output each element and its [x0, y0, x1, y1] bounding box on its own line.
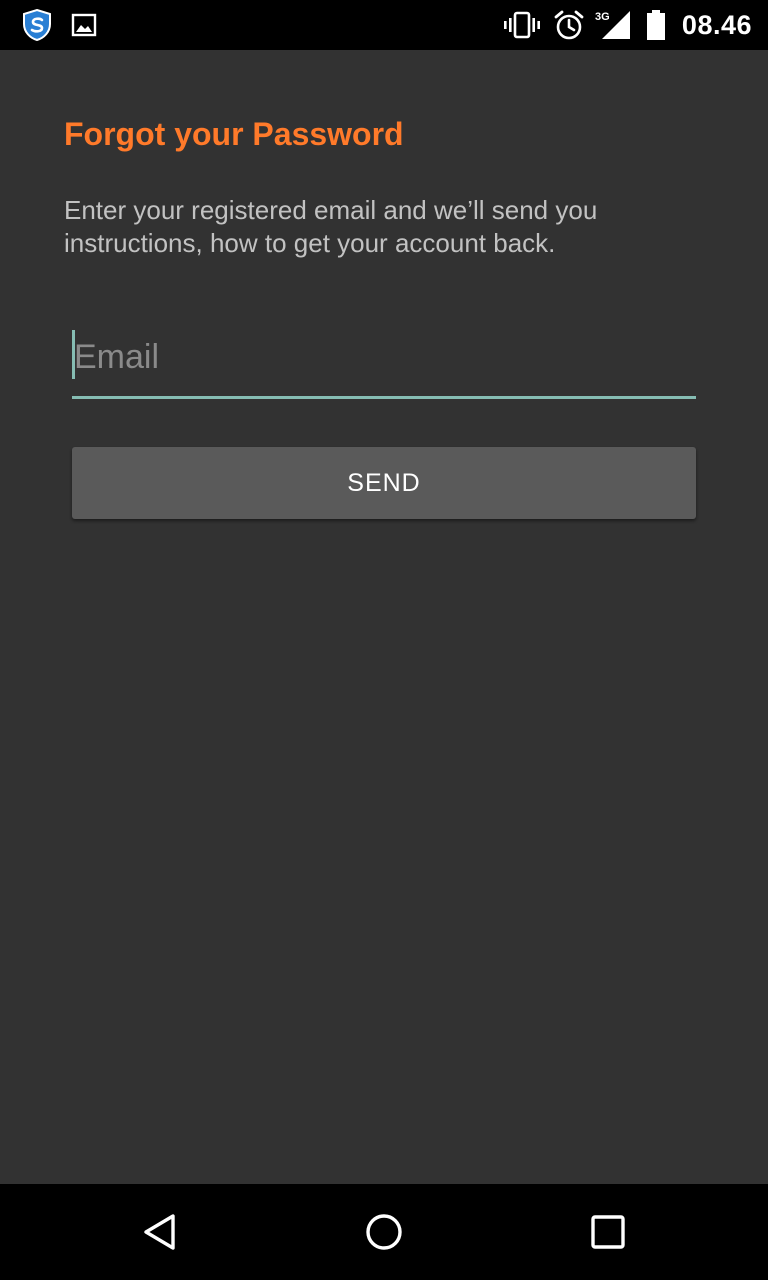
forgot-password-screen: 3G 08.46 Forgot your Password Enter your…	[0, 0, 768, 1280]
vibrate-icon	[503, 0, 541, 50]
status-time: 08.46	[681, 10, 752, 40]
recents-icon[interactable]	[560, 1184, 656, 1280]
alarm-icon	[552, 0, 586, 50]
email-input[interactable]	[72, 324, 698, 390]
text-cursor	[72, 330, 75, 379]
battery-icon	[644, 0, 668, 50]
navigation-bar	[0, 1184, 768, 1280]
status-bar: 3G 08.46	[0, 0, 768, 50]
instructions-text: Enter your registered email and we’ll se…	[64, 195, 598, 258]
shield-app-icon	[20, 0, 54, 50]
image-notification-icon	[70, 0, 98, 50]
send-button[interactable]: SEND	[72, 447, 696, 519]
home-icon[interactable]	[336, 1184, 432, 1280]
email-field-container	[72, 324, 698, 399]
page-title: Forgot your Password	[64, 116, 404, 152]
back-icon[interactable]	[112, 1184, 208, 1280]
signal-icon: 3G	[594, 0, 632, 50]
